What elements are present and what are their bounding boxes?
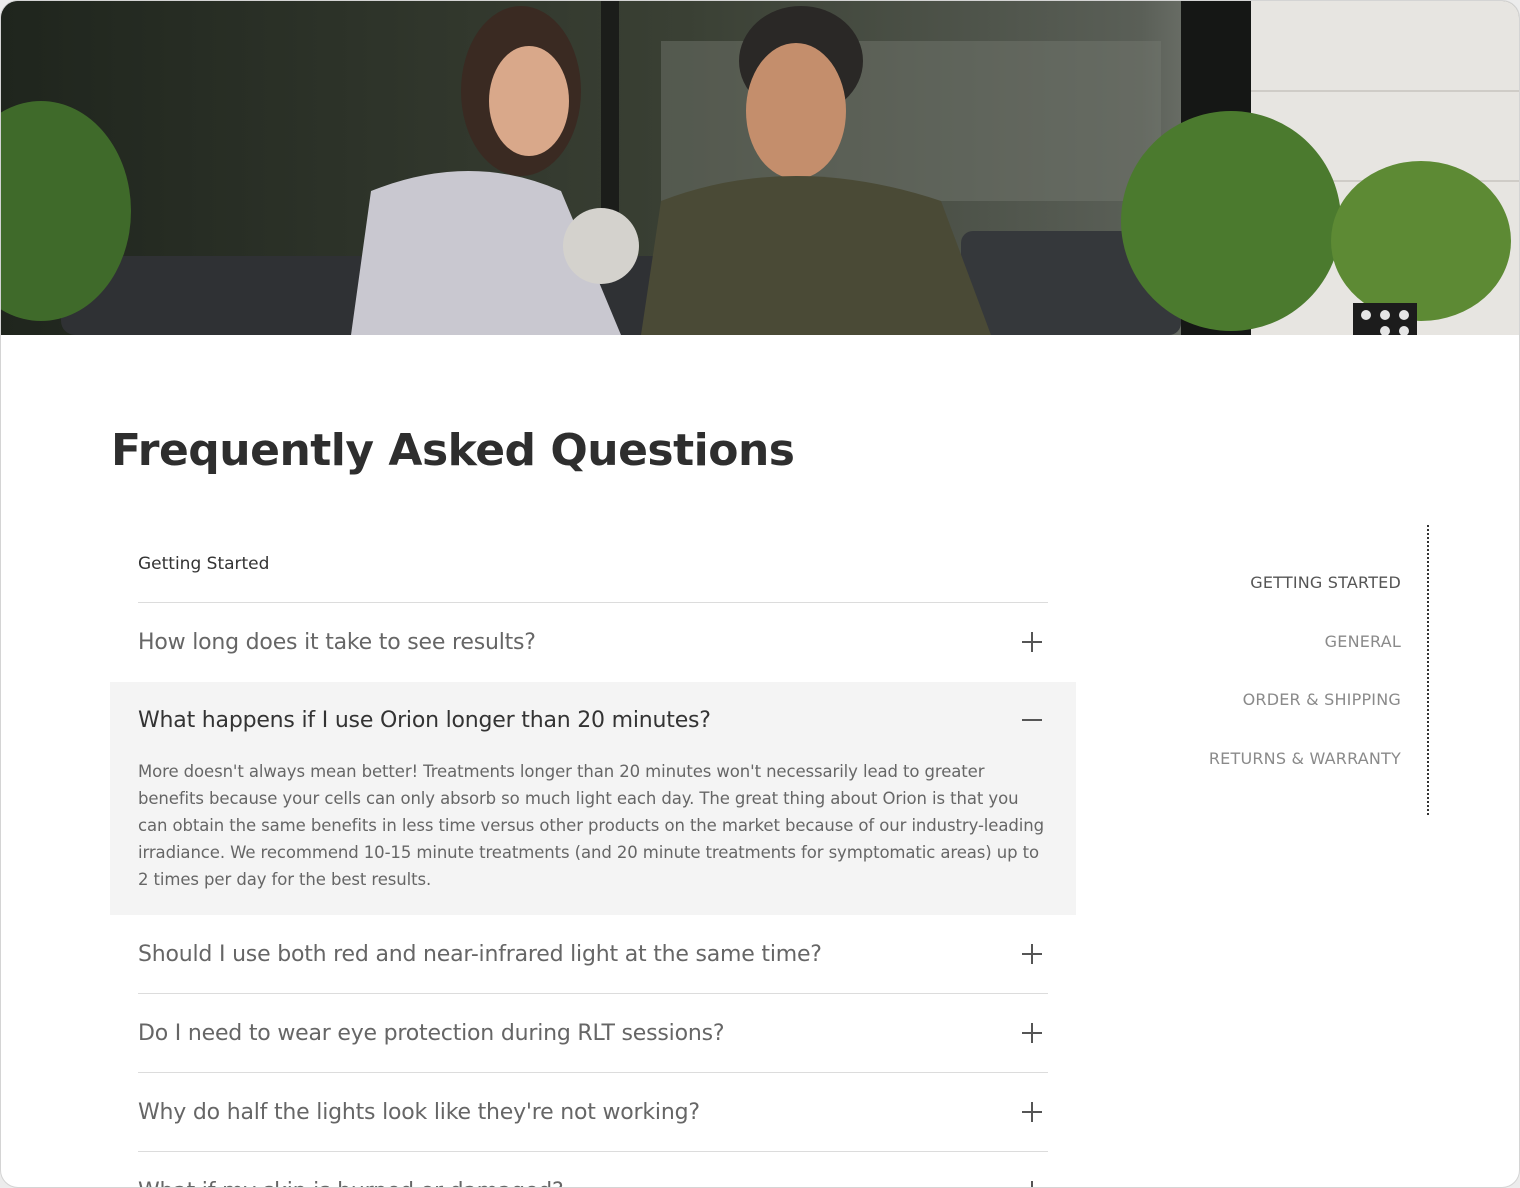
plus-icon[interactable] <box>1022 1181 1042 1187</box>
page-title: Frequently Asked Questions <box>111 425 795 476</box>
faq-item: Why do half the lights look like they're… <box>110 1072 1076 1151</box>
faq-item: How long does it take to see results? <box>110 602 1076 681</box>
faq-question-text: Do I need to wear eye protection during … <box>138 1020 725 1046</box>
faq-item: Do I need to wear eye protection during … <box>110 993 1076 1072</box>
plus-icon[interactable] <box>1022 1102 1042 1122</box>
faq-category-nav: GETTING STARTED GENERAL ORDER & SHIPPING RE… <box>1209 561 1401 795</box>
hero-illustration <box>1 1 1519 335</box>
faq-question-toggle[interactable]: Why do half the lights look like they're… <box>138 1072 1048 1151</box>
faq-question-text: How long does it take to see results? <box>138 629 536 655</box>
faq-question-text: What if my skin is burned or damaged? <box>138 1179 564 1188</box>
faq-question-toggle[interactable]: How long does it take to see results? <box>138 602 1048 681</box>
faq-question-toggle[interactable]: What if my skin is burned or damaged? <box>138 1151 1048 1188</box>
hero-image <box>1 1 1519 335</box>
side-nav-link[interactable]: GENERAL <box>1209 620 1401 679</box>
side-nav-link[interactable]: RETURNS & WARRANTY <box>1209 737 1401 796</box>
page-frame: Frequently Asked Questions Getting Start… <box>0 0 1520 1188</box>
faq-question-text: What happens if I use Orion longer than … <box>138 707 711 733</box>
minus-icon[interactable] <box>1022 710 1042 730</box>
faq-answer: More doesn't always mean better! Treatme… <box>138 758 1048 915</box>
faq-item: What happens if I use Orion longer than … <box>110 682 1076 915</box>
side-nav-dotted-rule <box>1427 525 1429 815</box>
plus-icon[interactable] <box>1022 1023 1042 1043</box>
plus-icon[interactable] <box>1022 632 1042 652</box>
section-label: Getting Started <box>138 554 270 574</box>
faq-answer-text: More doesn't always mean better! Treatme… <box>138 762 1044 889</box>
faq-list: How long does it take to see results? Wha… <box>110 602 1076 1188</box>
plus-icon[interactable] <box>1022 944 1042 964</box>
faq-question-text: Why do half the lights look like they're… <box>138 1099 700 1125</box>
faq-item: Should I use both red and near-infrared … <box>110 915 1076 993</box>
faq-question-text: Should I use both red and near-infrared … <box>138 941 822 967</box>
faq-question-toggle[interactable]: What happens if I use Orion longer than … <box>138 682 1048 758</box>
faq-item: What if my skin is burned or damaged? <box>110 1151 1076 1188</box>
faq-question-toggle[interactable]: Do I need to wear eye protection during … <box>138 993 1048 1072</box>
faq-question-toggle[interactable]: Should I use both red and near-infrared … <box>138 915 1048 993</box>
side-nav-link[interactable]: ORDER & SHIPPING <box>1209 678 1401 737</box>
side-nav-link[interactable]: GETTING STARTED <box>1209 561 1401 620</box>
